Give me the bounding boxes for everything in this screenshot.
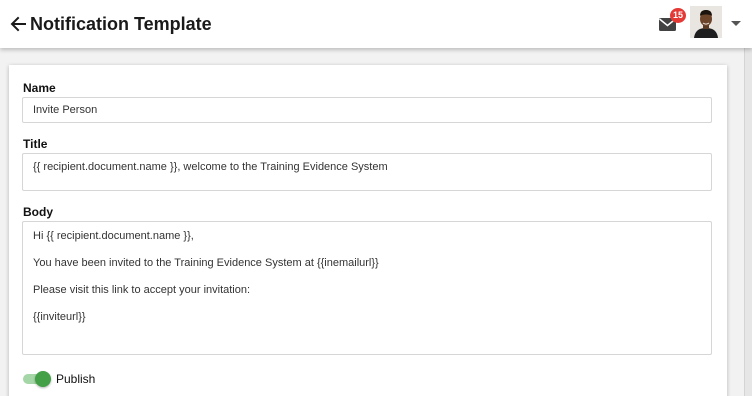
template-form-card: Name Invite Person Title {{ recipient.do… bbox=[9, 65, 727, 396]
page-title: Notification Template bbox=[30, 14, 212, 34]
back-button[interactable] bbox=[7, 13, 29, 35]
name-label: Name bbox=[23, 81, 56, 95]
publish-toggle[interactable] bbox=[23, 371, 51, 387]
title-input[interactable]: {{ recipient.document.name }}, welcome t… bbox=[22, 153, 712, 191]
body-line: Hi {{ recipient.document.name }}, bbox=[33, 230, 194, 242]
body-label: Body bbox=[23, 205, 53, 219]
caret-down-icon bbox=[731, 21, 741, 26]
publish-label: Publish bbox=[56, 372, 96, 386]
body-line: {{inviteurl}} bbox=[33, 311, 86, 323]
toggle-thumb bbox=[35, 371, 51, 387]
account-menu-toggle[interactable] bbox=[728, 19, 744, 29]
avatar-image bbox=[690, 6, 722, 38]
body-line: You have been invited to the Training Ev… bbox=[33, 257, 379, 269]
body-textarea[interactable]: Hi {{ recipient.document.name }}, You ha… bbox=[22, 221, 712, 355]
arrow-left-icon bbox=[10, 16, 26, 32]
user-avatar[interactable] bbox=[690, 6, 722, 38]
name-input[interactable]: Invite Person bbox=[22, 97, 712, 123]
body-line: Please visit this link to accept your in… bbox=[33, 284, 251, 296]
scrollbar[interactable] bbox=[744, 48, 752, 396]
app-bar: Notification Template 15 bbox=[0, 0, 752, 48]
title-label: Title bbox=[23, 137, 48, 151]
notification-count-badge: 15 bbox=[670, 8, 686, 23]
